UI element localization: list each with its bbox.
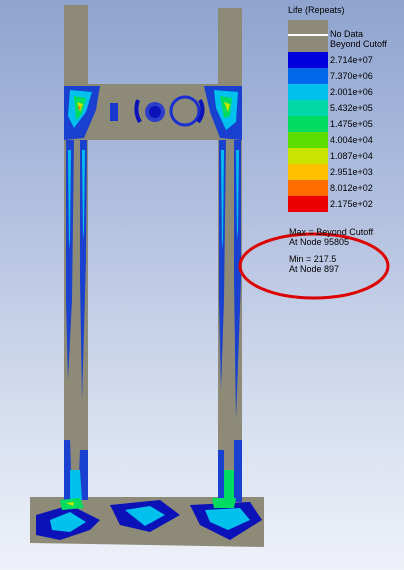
legend-label: 1.475e+05 bbox=[330, 119, 373, 129]
legend-row: 4.004e+04 bbox=[288, 132, 398, 148]
legend-swatch bbox=[288, 68, 328, 84]
legend-label: Beyond Cutoff bbox=[330, 39, 387, 49]
legend-swatch bbox=[288, 100, 328, 116]
min-node: At Node 897 bbox=[289, 264, 340, 274]
legend-row: 8.012e+02 bbox=[288, 180, 398, 196]
legend-row: 2.175e+02 bbox=[288, 196, 398, 212]
legend-swatch bbox=[288, 116, 328, 132]
legend-swatch bbox=[288, 180, 328, 196]
legend-label: 4.004e+04 bbox=[330, 135, 373, 145]
legend-row: 2.714e+07 bbox=[288, 52, 398, 68]
legend-label: 2.951e+03 bbox=[330, 167, 373, 177]
legend-swatch bbox=[288, 20, 328, 36]
legend-swatch bbox=[288, 36, 328, 52]
legend-panel: Life (Repeats) No Data Beyond Cutoff 2.714… bbox=[288, 4, 398, 212]
legend-row: 1.087e+04 bbox=[288, 148, 398, 164]
legend-rows: No Data Beyond Cutoff 2.714e+07 7.370e+06 2.… bbox=[288, 20, 398, 212]
legend-label: 5.432e+05 bbox=[330, 103, 373, 113]
frame-model bbox=[30, 5, 264, 547]
legend-swatch bbox=[288, 148, 328, 164]
legend-swatch bbox=[288, 164, 328, 180]
legend-swatch bbox=[288, 196, 328, 212]
legend-swatch bbox=[288, 132, 328, 148]
max-label: Max = Beyond Cutoff bbox=[289, 227, 374, 237]
min-label: Min = 217.5 bbox=[289, 254, 337, 264]
legend-label: 1.087e+04 bbox=[330, 151, 373, 161]
legend-row: 5.432e+05 bbox=[288, 100, 398, 116]
legend-label: 8.012e+02 bbox=[330, 183, 373, 193]
max-node: At Node 95805 bbox=[289, 237, 350, 247]
legend-swatch bbox=[288, 52, 328, 68]
legend-row: Beyond Cutoff bbox=[288, 36, 398, 52]
legend-label: 2.001e+06 bbox=[330, 87, 373, 97]
legend-row: No Data bbox=[288, 20, 398, 39]
legend-row: 7.370e+06 bbox=[288, 68, 398, 84]
legend-row: 1.475e+05 bbox=[288, 116, 398, 132]
min-max-annotation: Max = Beyond Cutoff At Node 95805 Min = … bbox=[289, 227, 373, 274]
legend-label: 7.370e+06 bbox=[330, 71, 373, 81]
legend-swatch bbox=[288, 84, 328, 100]
legend-row: 2.951e+03 bbox=[288, 164, 398, 180]
legend-label: 2.175e+02 bbox=[330, 199, 373, 209]
legend-title: Life (Repeats) bbox=[288, 5, 345, 15]
legend-row: 2.001e+06 bbox=[288, 84, 398, 100]
legend-label: 2.714e+07 bbox=[330, 55, 373, 65]
